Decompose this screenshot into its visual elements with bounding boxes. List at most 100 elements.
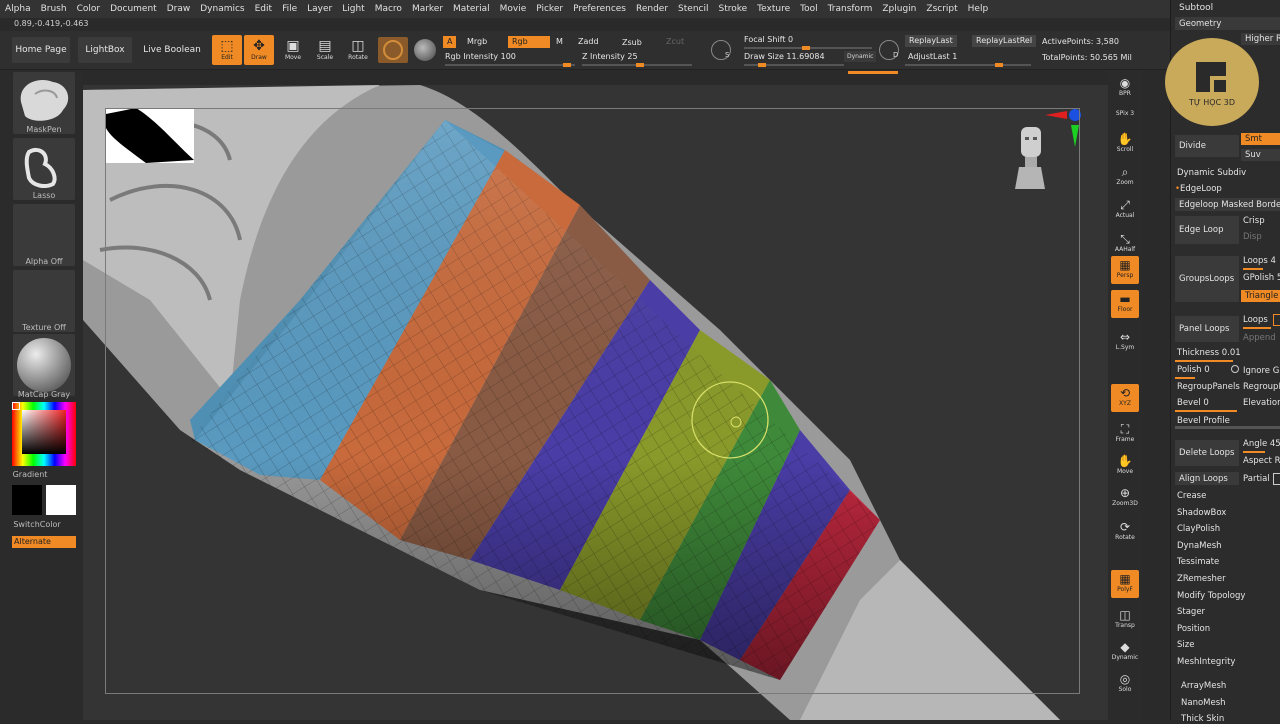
alternate-button[interactable]: Alternate <box>12 536 76 548</box>
move-button[interactable]: ▣ Move <box>278 35 308 65</box>
shelf-xyz-button[interactable]: ⟲ XYZ <box>1111 384 1139 412</box>
color-square[interactable] <box>22 410 66 454</box>
replay-last-button[interactable]: ReplayLast <box>905 35 957 47</box>
focal-shift-track[interactable] <box>744 46 872 50</box>
menu-edit[interactable]: Edit <box>250 4 277 14</box>
menu-preferences[interactable]: Preferences <box>568 4 631 14</box>
color-picker[interactable] <box>12 402 76 466</box>
lightbox-button[interactable]: LightBox <box>78 37 132 63</box>
menu-brush[interactable]: Brush <box>36 4 72 14</box>
align-loops-button[interactable]: Align Loops <box>1175 472 1239 485</box>
canvas-viewport[interactable] <box>83 85 1108 720</box>
suv-toggle[interactable]: Suv <box>1241 149 1280 161</box>
menu-movie[interactable]: Movie <box>495 4 532 14</box>
switch-color-button[interactable]: SwitchColor <box>0 520 74 529</box>
rgb-intensity-slider[interactable]: Rgb Intensity 100 <box>445 52 516 61</box>
menu-stroke[interactable]: Stroke <box>713 4 752 14</box>
shelf-lsym-button[interactable]: ⇔ L.Sym <box>1111 328 1139 356</box>
shelf-bpr-button[interactable]: ◉ BPR <box>1111 74 1139 102</box>
shelf-aahalf-button[interactable]: ⤡ AAHalf <box>1111 230 1139 258</box>
rgb-button[interactable]: Rgb <box>508 36 550 48</box>
angle-slider[interactable]: Angle 45 <box>1243 439 1280 449</box>
menu-stencil[interactable]: Stencil <box>673 4 713 14</box>
scale-button[interactable]: ▤ Scale <box>310 35 340 65</box>
z-intensity-track[interactable] <box>582 63 692 67</box>
geometry-header[interactable]: Geometry <box>1175 17 1280 30</box>
shelf-frame-button[interactable]: ⛶ Frame <box>1111 420 1139 448</box>
subpanel-modify-topology[interactable]: Modify Topology <box>1177 591 1245 601</box>
regroup-loops-button[interactable]: RegroupL <box>1243 382 1280 392</box>
edgeloop-masked-border-button[interactable]: Edgeloop Masked Border <box>1175 198 1280 211</box>
focal-shift-slider[interactable]: Focal Shift 0 <box>744 35 793 44</box>
shelf-dynamic-button[interactable]: ◆ Dynamic <box>1111 638 1139 666</box>
menu-alpha[interactable]: Alpha <box>0 4 36 14</box>
mrgb-button[interactable]: Mrgb <box>463 36 491 48</box>
draw-size-track[interactable] <box>744 63 844 67</box>
shelf-zoom-button[interactable]: ⌕ Zoom <box>1111 163 1139 191</box>
bevel-slider[interactable]: Bevel 0 <box>1177 398 1209 408</box>
polish-slider[interactable]: Polish 0 <box>1177 365 1210 375</box>
menu-material[interactable]: Material <box>448 4 495 14</box>
loops-4-slider[interactable]: Loops 4 <box>1243 256 1276 266</box>
navigation-head-icon[interactable] <box>1013 123 1047 189</box>
bevel-profile-curve[interactable] <box>1175 426 1280 429</box>
menu-render[interactable]: Render <box>631 4 673 14</box>
subtool-header[interactable]: Subtool <box>1179 3 1213 13</box>
thickskin-section[interactable]: Thick Skin <box>1181 714 1224 724</box>
crisp-toggle[interactable]: Crisp <box>1243 216 1265 226</box>
shelf-actual-button[interactable]: ⤢ Actual <box>1111 196 1139 224</box>
smt-toggle[interactable]: Smt <box>1241 133 1280 145</box>
loops-slider[interactable]: Loops <box>1243 315 1268 325</box>
menu-picker[interactable]: Picker <box>531 4 568 14</box>
polish-radio-icon[interactable] <box>1231 365 1239 373</box>
menu-transform[interactable]: Transform <box>823 4 878 14</box>
disp-toggle[interactable]: Disp <box>1243 232 1262 242</box>
material-thumbnail[interactable] <box>13 334 75 396</box>
nanomesh-section[interactable]: NanoMesh <box>1181 698 1226 708</box>
subpanel-dynamesh[interactable]: DynaMesh <box>1177 541 1222 551</box>
shelf-spix-button[interactable]: SPix 3 <box>1111 108 1139 120</box>
panel-loops-toggle[interactable] <box>1273 314 1280 326</box>
z-intensity-slider[interactable]: Z Intensity 25 <box>582 52 638 61</box>
live-boolean-button[interactable]: Live Boolean <box>140 37 204 63</box>
elevation-slider[interactable]: Elevation <box>1243 398 1280 408</box>
subpanel-position[interactable]: Position <box>1177 624 1210 634</box>
zcut-button[interactable]: Zcut <box>662 36 688 48</box>
menu-help[interactable]: Help <box>963 4 994 14</box>
bevel-profile-button[interactable]: Bevel Profile <box>1177 416 1230 426</box>
partial-checkbox[interactable] <box>1273 473 1280 485</box>
draw-button[interactable]: ✥ Draw <box>244 35 274 65</box>
shelf-zoom3d-button[interactable]: ⊕ Zoom3D <box>1111 484 1139 512</box>
edgeloop-section[interactable]: •EdgeLoop <box>1175 184 1222 194</box>
aspect-ratio-slider[interactable]: Aspect Ra <box>1243 456 1280 466</box>
a-toggle[interactable]: A <box>443 36 457 48</box>
adjust-last-track[interactable] <box>905 63 1031 67</box>
shelf-transp-button[interactable]: ◫ Transp <box>1111 606 1139 634</box>
divide-button[interactable]: Divide <box>1175 135 1239 157</box>
shelf-move-button[interactable]: ✋ Move <box>1111 452 1139 480</box>
groups-loops-button[interactable]: GroupsLoops <box>1175 256 1239 302</box>
panel-loops-button[interactable]: Panel Loops <box>1175 316 1239 342</box>
rotate-button[interactable]: ◫ Rotate <box>343 35 373 65</box>
subpanel-meshintegrity[interactable]: MeshIntegrity <box>1177 657 1235 667</box>
secondary-color-swatch[interactable] <box>46 485 76 515</box>
subpanel-stager[interactable]: Stager <box>1177 607 1205 617</box>
subpanel-zremesher[interactable]: ZRemesher <box>1177 574 1226 584</box>
shelf-scroll-button[interactable]: ✋ Scroll <box>1111 130 1139 158</box>
menu-layer[interactable]: Layer <box>302 4 337 14</box>
adjust-last-slider[interactable]: AdjustLast 1 <box>908 52 957 61</box>
triangle-toggle[interactable]: Triangle <box>1241 290 1280 302</box>
menu-light[interactable]: Light <box>337 4 369 14</box>
edit-button[interactable]: ⬚ Edit <box>212 35 242 65</box>
menu-draw[interactable]: Draw <box>162 4 196 14</box>
delete-loops-button[interactable]: Delete Loops <box>1175 440 1239 466</box>
regroup-panels-button[interactable]: RegroupPanels <box>1177 382 1240 392</box>
m-toggle[interactable]: M <box>552 36 567 48</box>
dynamic-toggle[interactable]: Dynamic <box>844 51 877 62</box>
subpanel-shadowbox[interactable]: ShadowBox <box>1177 508 1226 518</box>
menu-marker[interactable]: Marker <box>407 4 448 14</box>
menu-zplugin[interactable]: Zplugin <box>877 4 921 14</box>
axis-gizmo-icon[interactable] <box>1045 107 1081 151</box>
zadd-button[interactable]: Zadd <box>574 36 603 48</box>
material-swatch-button[interactable] <box>378 37 408 63</box>
